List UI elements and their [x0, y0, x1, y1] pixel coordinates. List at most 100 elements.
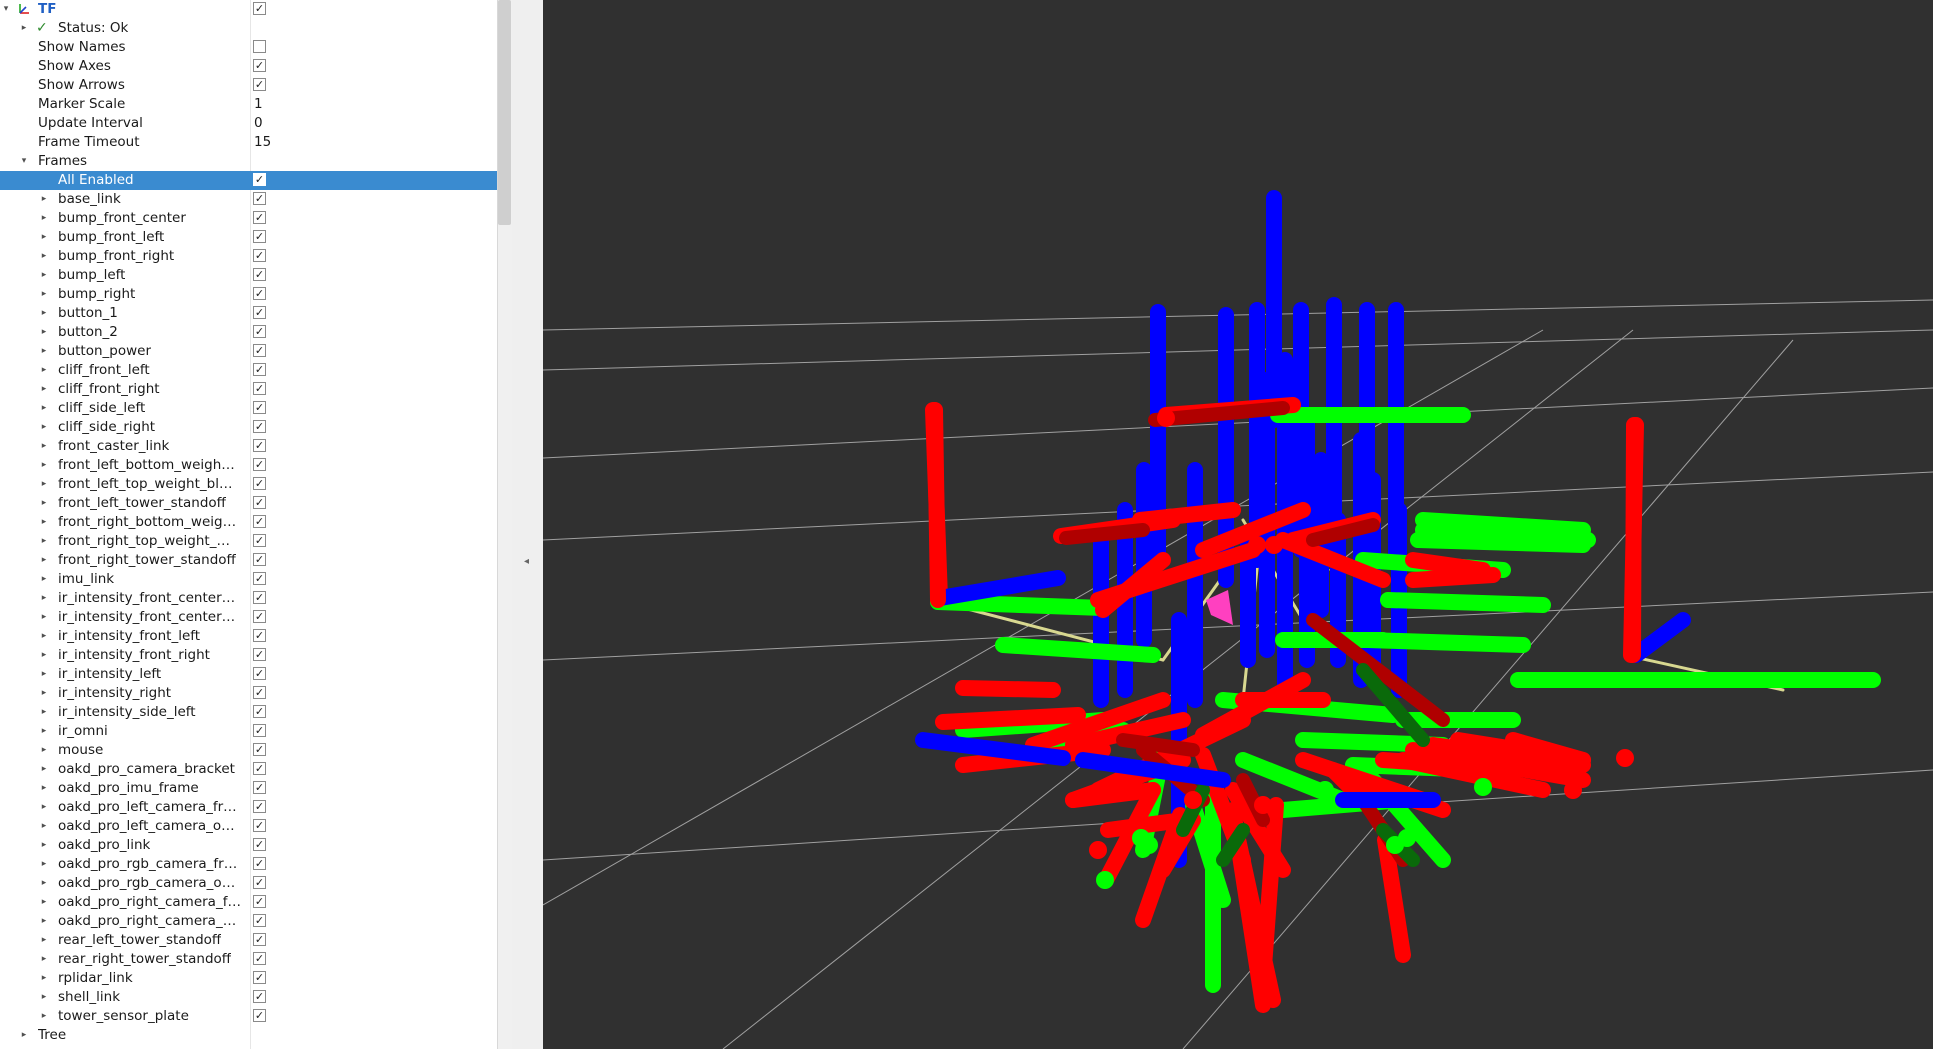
frame-enable-checkbox[interactable]: ✓	[253, 553, 266, 566]
frame-enable-checkbox[interactable]: ✓	[253, 211, 266, 224]
expander-icon[interactable]: ▸	[38, 399, 50, 418]
frame-item[interactable]: ▸ imu_link ✓	[0, 570, 497, 589]
expander-icon[interactable]: ▸	[38, 247, 50, 266]
frame-enable-checkbox[interactable]: ✓	[253, 743, 266, 756]
frame-enable-checkbox[interactable]: ✓	[253, 382, 266, 395]
frame-item[interactable]: ▸ front_left_tower_standoff ✓	[0, 494, 497, 513]
frame-enable-checkbox[interactable]: ✓	[253, 534, 266, 547]
frame-enable-checkbox[interactable]: ✓	[253, 762, 266, 775]
all-enabled-checkbox[interactable]: ✓	[253, 173, 266, 186]
frame-item[interactable]: ▸ ir_intensity_front_left ✓	[0, 627, 497, 646]
frame-item[interactable]: ▸ oakd_pro_link ✓	[0, 836, 497, 855]
frame-item[interactable]: ▸ oakd_pro_right_camera_… ✓	[0, 912, 497, 931]
frame-item[interactable]: ▸ oakd_pro_rgb_camera_o… ✓	[0, 874, 497, 893]
expander-icon[interactable]: ▸	[38, 475, 50, 494]
3d-render-viewport[interactable]	[543, 0, 1933, 1049]
frame-item[interactable]: ▸ rplidar_link ✓	[0, 969, 497, 988]
frame-item[interactable]: ▸ oakd_pro_left_camera_o… ✓	[0, 817, 497, 836]
frame-enable-checkbox[interactable]: ✓	[253, 306, 266, 319]
frame-enable-checkbox[interactable]: ✓	[253, 914, 266, 927]
frame-enable-checkbox[interactable]: ✓	[253, 344, 266, 357]
frame-item[interactable]: ▸ ir_intensity_right ✓	[0, 684, 497, 703]
frame-item[interactable]: ▸ button_2 ✓	[0, 323, 497, 342]
frame-enable-checkbox[interactable]: ✓	[253, 667, 266, 680]
frame-item[interactable]: ▸ bump_front_right ✓	[0, 247, 497, 266]
expander-icon[interactable]: ▸	[38, 608, 50, 627]
expander-icon[interactable]: ▸	[38, 646, 50, 665]
expander-icon[interactable]: ▸	[38, 798, 50, 817]
frame-enable-checkbox[interactable]: ✓	[253, 971, 266, 984]
expander-icon[interactable]: ▸	[38, 323, 50, 342]
expander-icon[interactable]: ▸	[38, 285, 50, 304]
property-show-names[interactable]: Show Names	[0, 38, 497, 57]
expander-icon[interactable]: ▸	[38, 817, 50, 836]
collapse-arrow-icon[interactable]: ◂	[524, 556, 529, 567]
expander-icon[interactable]: ▸	[38, 209, 50, 228]
expander-icon[interactable]: ▸	[38, 893, 50, 912]
frame-enable-checkbox[interactable]: ✓	[253, 249, 266, 262]
enable-checkbox[interactable]: ✓	[253, 59, 266, 72]
expander-icon[interactable]: ▸	[38, 228, 50, 247]
tree-group[interactable]: ▸ Tree	[0, 1026, 497, 1045]
expander-icon[interactable]: ▸	[38, 266, 50, 285]
frame-item[interactable]: ▸ rear_left_tower_standoff ✓	[0, 931, 497, 950]
property-show-arrows[interactable]: Show Arrows ✓	[0, 76, 497, 95]
frame-enable-checkbox[interactable]: ✓	[253, 781, 266, 794]
expander-icon[interactable]: ▸	[38, 418, 50, 437]
expander-icon[interactable]: ▸	[38, 722, 50, 741]
frame-item[interactable]: ▸ cliff_side_left ✓	[0, 399, 497, 418]
frame-item[interactable]: ▸ front_left_top_weight_bl… ✓	[0, 475, 497, 494]
expander-icon[interactable]: ▾	[0, 0, 12, 19]
expander-icon[interactable]: ▸	[38, 437, 50, 456]
frame-enable-checkbox[interactable]: ✓	[253, 857, 266, 870]
property-update-interval[interactable]: Update Interval 0	[0, 114, 497, 133]
expander-icon[interactable]: ▸	[38, 836, 50, 855]
frame-enable-checkbox[interactable]: ✓	[253, 287, 266, 300]
frame-item[interactable]: ▸ cliff_front_right ✓	[0, 380, 497, 399]
frame-item[interactable]: ▸ cliff_front_left ✓	[0, 361, 497, 380]
expander-icon[interactable]: ▸	[38, 190, 50, 209]
frame-item[interactable]: ▸ bump_left ✓	[0, 266, 497, 285]
frame-enable-checkbox[interactable]: ✓	[253, 458, 266, 471]
frame-enable-checkbox[interactable]: ✓	[253, 325, 266, 338]
expander-icon[interactable]: ▸	[38, 760, 50, 779]
frame-enable-checkbox[interactable]: ✓	[253, 629, 266, 642]
frame-enable-checkbox[interactable]: ✓	[253, 268, 266, 281]
frame-item[interactable]: ▸ cliff_side_right ✓	[0, 418, 497, 437]
expander-icon[interactable]: ▸	[38, 494, 50, 513]
frame-item[interactable]: ▸ rear_right_tower_standoff ✓	[0, 950, 497, 969]
property-frame-timeout[interactable]: Frame Timeout 15	[0, 133, 497, 152]
frame-enable-checkbox[interactable]: ✓	[253, 363, 266, 376]
frame-item[interactable]: ▸ button_power ✓	[0, 342, 497, 361]
expander-icon[interactable]: ▸	[38, 931, 50, 950]
display-tf[interactable]: ▾ TF ✓	[0, 0, 497, 19]
expander-icon[interactable]: ▸	[38, 874, 50, 893]
frame-enable-checkbox[interactable]: ✓	[253, 420, 266, 433]
expander-icon[interactable]: ▸	[38, 779, 50, 798]
frame-item[interactable]: ▸ tower_sensor_plate ✓	[0, 1007, 497, 1026]
expander-icon[interactable]: ▸	[38, 969, 50, 988]
expander-icon[interactable]: ▸	[38, 570, 50, 589]
expander-icon[interactable]: ▸	[38, 304, 50, 323]
frame-enable-checkbox[interactable]: ✓	[253, 838, 266, 851]
frame-enable-checkbox[interactable]: ✓	[253, 990, 266, 1003]
expander-icon[interactable]: ▸	[38, 1007, 50, 1026]
frame-enable-checkbox[interactable]: ✓	[253, 648, 266, 661]
expander-icon[interactable]: ▸	[18, 1026, 30, 1045]
expander-icon[interactable]: ▸	[38, 855, 50, 874]
frame-item[interactable]: ▸ shell_link ✓	[0, 988, 497, 1007]
frame-enable-checkbox[interactable]: ✓	[253, 895, 266, 908]
expander-icon[interactable]: ▸	[38, 665, 50, 684]
expander-icon[interactable]: ▸	[38, 380, 50, 399]
frame-enable-checkbox[interactable]: ✓	[253, 439, 266, 452]
enable-checkbox[interactable]: ✓	[253, 78, 266, 91]
expander-icon[interactable]: ▸	[38, 950, 50, 969]
enable-checkbox[interactable]	[253, 40, 266, 53]
frame-item[interactable]: ▸ front_left_bottom_weigh… ✓	[0, 456, 497, 475]
frame-item[interactable]: ▸ ir_intensity_front_center… ✓	[0, 608, 497, 627]
frame-item[interactable]: ▸ bump_right ✓	[0, 285, 497, 304]
expander-icon[interactable]: ▸	[38, 456, 50, 475]
frame-item[interactable]: ▸ front_right_top_weight_… ✓	[0, 532, 497, 551]
frames-group[interactable]: ▾ Frames	[0, 152, 497, 171]
frame-enable-checkbox[interactable]: ✓	[253, 686, 266, 699]
